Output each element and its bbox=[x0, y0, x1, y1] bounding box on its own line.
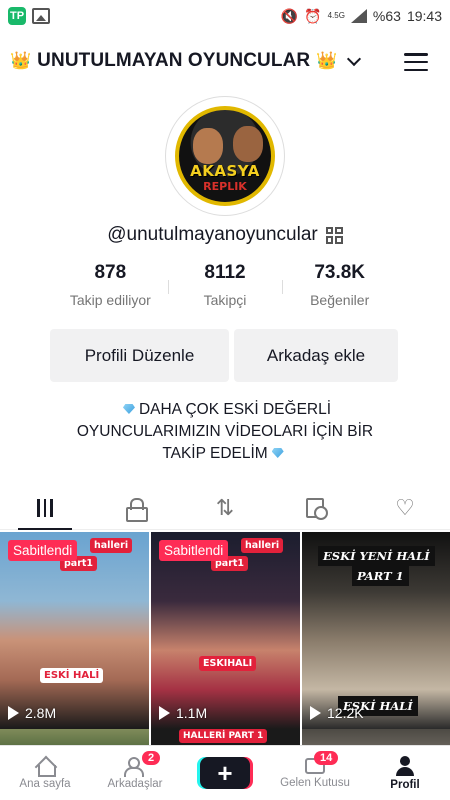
nav-create[interactable]: + bbox=[180, 746, 270, 800]
video-caption: ESKIHALI bbox=[199, 656, 257, 671]
network-type: 4.5G bbox=[327, 11, 345, 20]
app-notification-icon: TP bbox=[8, 7, 26, 25]
mute-icon: 🔇 bbox=[280, 7, 299, 24]
account-switcher[interactable]: 👑 UNUTULMAYAN OYUNCULAR 👑 bbox=[10, 50, 362, 72]
chevron-down-icon bbox=[347, 51, 362, 66]
profile-icon bbox=[395, 755, 415, 776]
repost-icon: ⇅ bbox=[215, 494, 235, 520]
signal-icon bbox=[350, 9, 367, 23]
video-caption-top: ESKİ YENİ HALİ bbox=[318, 546, 435, 566]
video-sticker: halleri bbox=[90, 538, 133, 553]
view-count: 12.2K bbox=[310, 705, 364, 721]
tab-saved[interactable] bbox=[270, 486, 360, 529]
qr-code-icon[interactable] bbox=[325, 226, 343, 244]
gem-icon bbox=[271, 448, 284, 458]
nav-home[interactable]: Ana sayfa bbox=[0, 746, 90, 800]
following-stat[interactable]: 878 Takip ediliyor bbox=[53, 262, 168, 308]
bottom-navigation: Ana sayfa 2 Arkadaşlar + 14 Gelen Kutusu… bbox=[0, 745, 450, 800]
add-friend-button[interactable]: Arkadaş ekle bbox=[234, 329, 398, 382]
nav-friends[interactable]: 2 Arkadaşlar bbox=[90, 746, 180, 800]
friends-badge: 2 bbox=[142, 751, 161, 765]
nav-inbox[interactable]: 14 Gelen Kutusu bbox=[270, 746, 360, 800]
avatar-logo-text: AKASYA bbox=[190, 162, 260, 180]
nav-profile[interactable]: Profil bbox=[360, 746, 450, 800]
menu-icon[interactable] bbox=[404, 53, 428, 71]
video-thumbnail[interactable]: ESKİ YENİ HALİ PART 1 ESKİ HALİ 12.2K bbox=[302, 532, 450, 729]
nav-label: Profil bbox=[390, 778, 420, 791]
profile-actions: Profili Düzenle Arkadaş ekle bbox=[50, 329, 398, 382]
video-thumbnail[interactable]: halleri part1 Sabitlendi ESKİ HALİ 2.8M bbox=[0, 532, 149, 729]
avatar-image: AKASYA REPLIK bbox=[175, 106, 275, 206]
alarm-icon: ⏰ bbox=[304, 7, 322, 24]
video-sticker: halleri bbox=[241, 538, 284, 553]
video-grid: halleri part1 Sabitlendi ESKİ HALİ 2.8M … bbox=[0, 532, 450, 749]
view-count: 1.1M bbox=[159, 705, 207, 721]
likes-label: Beğeniler bbox=[310, 292, 370, 308]
play-icon bbox=[159, 706, 170, 720]
liked-icon: ♡ bbox=[395, 494, 415, 520]
create-button[interactable]: + bbox=[200, 757, 250, 789]
following-count: 878 bbox=[94, 262, 127, 283]
gallery-notification-icon bbox=[32, 8, 50, 24]
video-caption: ESKİ HALİ bbox=[40, 668, 104, 683]
likes-stat[interactable]: 73.8K Beğeniler bbox=[282, 262, 397, 308]
followers-label: Takipçi bbox=[203, 292, 247, 308]
pinned-badge: Sabitlendi bbox=[8, 540, 78, 561]
avatar-logo-subtext: REPLIK bbox=[203, 180, 247, 193]
bio-line: DAHA ÇOK ESKİ DEĞERLİ bbox=[138, 401, 332, 418]
avatar[interactable]: AKASYA REPLIK bbox=[165, 96, 285, 216]
inbox-badge: 14 bbox=[314, 751, 339, 765]
bio-line: OYUNCULARIMIZIN VİDEOLARI İÇİN BİR bbox=[76, 423, 374, 440]
followers-count: 8112 bbox=[204, 262, 246, 283]
view-count: 2.8M bbox=[8, 705, 56, 721]
followers-stat[interactable]: 8112 Takipçi bbox=[167, 262, 283, 308]
nav-label: Arkadaşlar bbox=[107, 777, 163, 790]
content-tabs: ⇅ ♡ bbox=[0, 486, 450, 530]
likes-count: 73.8K bbox=[314, 262, 366, 283]
nav-label: Gelen Kutusu bbox=[280, 776, 350, 789]
crown-emoji: 👑 bbox=[10, 51, 32, 70]
crown-emoji: 👑 bbox=[316, 51, 338, 70]
saved-icon bbox=[306, 497, 328, 520]
plus-icon: + bbox=[217, 758, 233, 788]
nav-label: Ana sayfa bbox=[19, 777, 71, 790]
profile-stats: 878 Takip ediliyor 8112 Takipçi 73.8K Be… bbox=[53, 262, 397, 308]
tab-videos[interactable] bbox=[0, 486, 90, 530]
tab-liked[interactable]: ♡ bbox=[360, 486, 450, 529]
videos-grid-icon bbox=[37, 498, 53, 517]
bio: DAHA ÇOK ESKİ DEĞERLİ OYUNCULARIMIZIN Vİ… bbox=[40, 399, 410, 465]
gem-icon bbox=[122, 404, 135, 414]
home-icon bbox=[35, 757, 56, 777]
profile-title: UNUTULMAYAN OYUNCULAR bbox=[37, 50, 311, 71]
pinned-badge: Sabitlendi bbox=[159, 540, 229, 561]
following-label: Takip ediliyor bbox=[69, 292, 151, 308]
battery-level: %63 bbox=[372, 8, 401, 24]
play-icon bbox=[310, 706, 321, 720]
bio-line: TAKİP EDELİM bbox=[162, 445, 268, 462]
play-icon bbox=[8, 706, 19, 720]
handle-row: @unutulmayanoyuncular bbox=[0, 224, 450, 246]
tab-reposts[interactable]: ⇅ bbox=[180, 486, 270, 529]
username: @unutulmayanoyuncular bbox=[107, 224, 318, 245]
video-caption-top: PART 1 bbox=[352, 566, 409, 586]
video-sticker: HALLERİ PART 1 bbox=[179, 729, 268, 743]
clock: 19:43 bbox=[406, 8, 442, 24]
tab-private[interactable] bbox=[90, 486, 180, 529]
lock-icon bbox=[126, 497, 148, 522]
status-bar: TP 🔇 ⏰ 4.5G %63 19:43 bbox=[0, 0, 450, 32]
profile-header: 👑 UNUTULMAYAN OYUNCULAR 👑 bbox=[0, 44, 450, 80]
edit-profile-button[interactable]: Profili Düzenle bbox=[50, 329, 229, 382]
video-thumbnail[interactable]: halleri part1 Sabitlendi ESKIHALI 1.1M bbox=[151, 532, 300, 729]
